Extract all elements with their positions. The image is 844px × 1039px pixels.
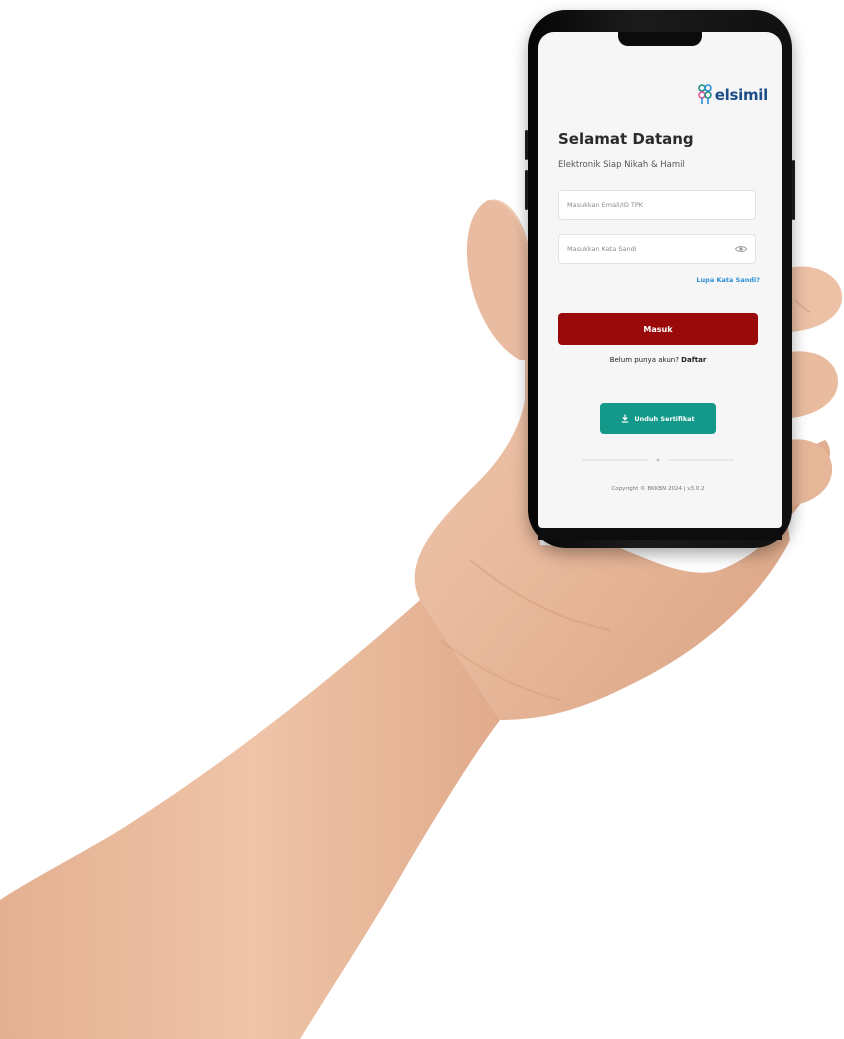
register-prompt: Belum punya akun? Daftar <box>558 356 758 364</box>
phone-bottom-bezel <box>538 528 782 540</box>
brand-name: elsimil <box>714 86 769 104</box>
divider <box>582 458 734 462</box>
phone-notch <box>618 32 702 46</box>
forgot-password-link[interactable]: Lupa Kata Sandi? <box>696 276 760 284</box>
password-field-placeholder: Masukkan Kata Sandi <box>567 245 637 253</box>
phone-side-button <box>792 160 795 220</box>
phone-screen: elsimil Selamat Datang Elektronik Siap N… <box>538 32 782 528</box>
elsimil-logo-icon <box>697 84 712 104</box>
phone-side-button <box>525 170 528 210</box>
eye-icon[interactable] <box>735 245 747 253</box>
no-account-text: Belum punya akun? <box>609 356 679 364</box>
download-icon <box>622 414 629 423</box>
download-certificate-button[interactable]: Unduh Sertifikat <box>600 403 716 434</box>
page-title: Selamat Datang <box>558 130 694 148</box>
password-field[interactable]: Masukkan Kata Sandi <box>558 234 756 264</box>
login-button[interactable]: Masuk <box>558 313 758 345</box>
page-subtitle: Elektronik Siap Nikah & Hamil <box>558 160 685 170</box>
phone-device: elsimil Selamat Datang Elektronik Siap N… <box>525 10 795 548</box>
register-link[interactable]: Daftar <box>681 356 706 364</box>
copyright-text: Copyright © BKKBN 2024 | v3.0.2 <box>611 486 705 492</box>
email-field[interactable]: Masukkan Email/ID TPK <box>558 190 756 220</box>
email-field-placeholder: Masukkan Email/ID TPK <box>567 201 644 209</box>
download-certificate-label: Unduh Sertifikat <box>634 414 695 423</box>
brand-logo: elsimil <box>697 84 769 106</box>
phone-side-button <box>525 130 528 160</box>
